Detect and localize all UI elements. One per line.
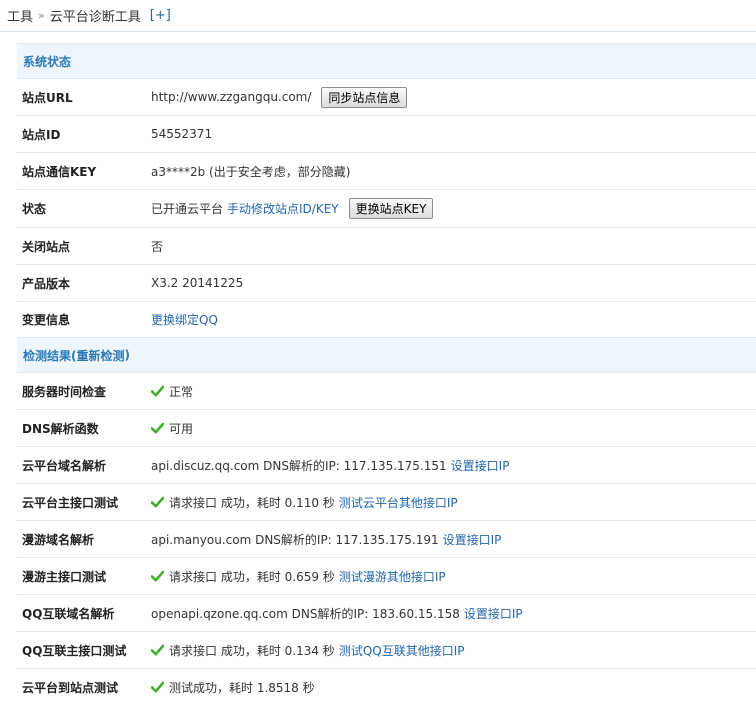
row-label: 漫游主接口测试 xyxy=(22,569,107,584)
site-key-value: a3****2b (出于安全考虑，部分隐藏) xyxy=(151,164,351,179)
breadcrumb-separator: » xyxy=(38,9,45,22)
section-check-results: 检测结果(重新检测) xyxy=(17,337,756,373)
row-label: 服务器时间检查 xyxy=(22,384,107,399)
change-site-key-button[interactable]: 更换站点KEY xyxy=(348,198,434,219)
row-change: 变更信息 更换绑定QQ xyxy=(17,302,756,337)
breadcrumb-current: 云平台诊断工具 xyxy=(49,10,141,25)
diagnostic-table: 系统状态 站点URL http://www.zzgangqu.com/ 同步站点… xyxy=(17,43,756,705)
check-icon xyxy=(151,644,164,656)
row-label: 云平台域名解析 xyxy=(22,458,107,473)
row-cloud-api: 云平台主接口测试 请求接口 成功，耗时 0.110 秒 测试云平台其他接口IP xyxy=(17,484,756,521)
row-dns-func: DNS解析函数 可用 xyxy=(17,410,756,447)
row-version: 产品版本 X3.2 20141225 xyxy=(17,265,756,302)
version-value: X3.2 20141225 xyxy=(151,276,244,290)
breadcrumb-root[interactable]: 工具 xyxy=(7,6,33,25)
row-label: 站点URL xyxy=(22,90,73,105)
expand-toggle-link[interactable]: [+] xyxy=(150,8,171,23)
server-time-value: 正常 xyxy=(169,384,194,399)
row-closed: 关闭站点 否 xyxy=(17,228,756,265)
set-api-ip-link[interactable]: 设置接口IP xyxy=(451,457,510,474)
breadcrumb: 工具 » 云平台诊断工具 [+] xyxy=(0,0,756,32)
row-label: 状态 xyxy=(22,202,47,216)
cloud-api-value: 请求接口 成功，耗时 0.110 秒 xyxy=(169,495,335,510)
row-label: QQ互联域名解析 xyxy=(22,606,115,621)
row-label: 站点ID xyxy=(22,127,61,142)
row-label: 产品版本 xyxy=(22,276,71,291)
row-manyou-api: 漫游主接口测试 请求接口 成功，耗时 0.659 秒 测试漫游其他接口IP xyxy=(17,558,756,595)
row-label: 关闭站点 xyxy=(22,239,71,254)
section-title-prefix: 检测结果( xyxy=(23,348,77,363)
set-api-ip-link[interactable]: 设置接口IP xyxy=(464,605,523,622)
check-icon xyxy=(151,681,164,693)
check-icon xyxy=(151,496,164,508)
site-url-value: http://www.zzgangqu.com/ xyxy=(151,90,312,104)
change-bound-qq-link[interactable]: 更换绑定QQ xyxy=(151,311,218,328)
cloud-dns-value: api.discuz.qq.com DNS解析的IP: 117.135.175.… xyxy=(151,458,447,473)
row-qq-dns: QQ互联域名解析 openapi.qzone.qq.com DNS解析的IP: … xyxy=(17,595,756,632)
state-value: 已开通云平台 xyxy=(151,202,224,216)
qq-dns-value: openapi.qzone.qq.com DNS解析的IP: 183.60.15… xyxy=(151,606,460,621)
row-site-url: 站点URL http://www.zzgangqu.com/ 同步站点信息 xyxy=(17,79,756,116)
manyou-api-value: 请求接口 成功，耗时 0.659 秒 xyxy=(169,569,335,584)
row-label: 云平台到站点测试 xyxy=(22,680,119,695)
row-state: 状态 已开通云平台 手动修改站点ID/KEY 更换站点KEY xyxy=(17,190,756,228)
row-label: 云平台主接口测试 xyxy=(22,495,119,510)
qq-api-value: 请求接口 成功，耗时 0.134 秒 xyxy=(169,643,335,658)
section-title: 系统状态 xyxy=(23,54,72,69)
sync-site-info-button[interactable]: 同步站点信息 xyxy=(321,86,408,108)
check-icon xyxy=(151,422,164,434)
row-label: QQ互联主接口测试 xyxy=(22,643,127,658)
edit-site-id-key-link[interactable]: 手动修改站点ID/KEY xyxy=(227,200,339,217)
row-site-key: 站点通信KEY a3****2b (出于安全考虑，部分隐藏) xyxy=(17,153,756,190)
section-system-status: 系统状态 xyxy=(17,43,756,79)
row-label: DNS解析函数 xyxy=(22,421,99,436)
set-api-ip-link[interactable]: 设置接口IP xyxy=(443,531,502,548)
row-cloud-dns: 云平台域名解析 api.discuz.qq.com DNS解析的IP: 117.… xyxy=(17,447,756,484)
site-id-value: 54552371 xyxy=(151,127,213,141)
row-label: 漫游域名解析 xyxy=(22,532,95,547)
test-manyou-api-ip-link[interactable]: 测试漫游其他接口IP xyxy=(339,568,446,585)
closed-value: 否 xyxy=(151,239,164,254)
row-qq-api: QQ互联主接口测试 请求接口 成功，耗时 0.134 秒 测试QQ互联其他接口I… xyxy=(17,632,756,669)
test-qq-api-ip-link[interactable]: 测试QQ互联其他接口IP xyxy=(339,642,465,659)
test-cloud-api-ip-link[interactable]: 测试云平台其他接口IP xyxy=(339,494,458,511)
section-title-suffix: ) xyxy=(124,348,130,362)
row-site-id: 站点ID 54552371 xyxy=(17,116,756,153)
manyou-dns-value: api.manyou.com DNS解析的IP: 117.135.175.191 xyxy=(151,532,439,547)
check-icon xyxy=(151,385,164,397)
row-label: 站点通信KEY xyxy=(22,164,97,179)
row-cloud-site: 云平台到站点测试 测试成功，耗时 1.8518 秒 xyxy=(17,669,756,705)
row-label: 变更信息 xyxy=(22,313,71,327)
check-icon xyxy=(151,570,164,582)
row-manyou-dns: 漫游域名解析 api.manyou.com DNS解析的IP: 117.135.… xyxy=(17,521,756,558)
cloud-site-value: 测试成功，耗时 1.8518 秒 xyxy=(169,680,315,695)
dns-func-value: 可用 xyxy=(169,421,194,436)
row-server-time: 服务器时间检查 正常 xyxy=(17,373,756,410)
recheck-link[interactable]: 重新检测 xyxy=(77,347,125,364)
